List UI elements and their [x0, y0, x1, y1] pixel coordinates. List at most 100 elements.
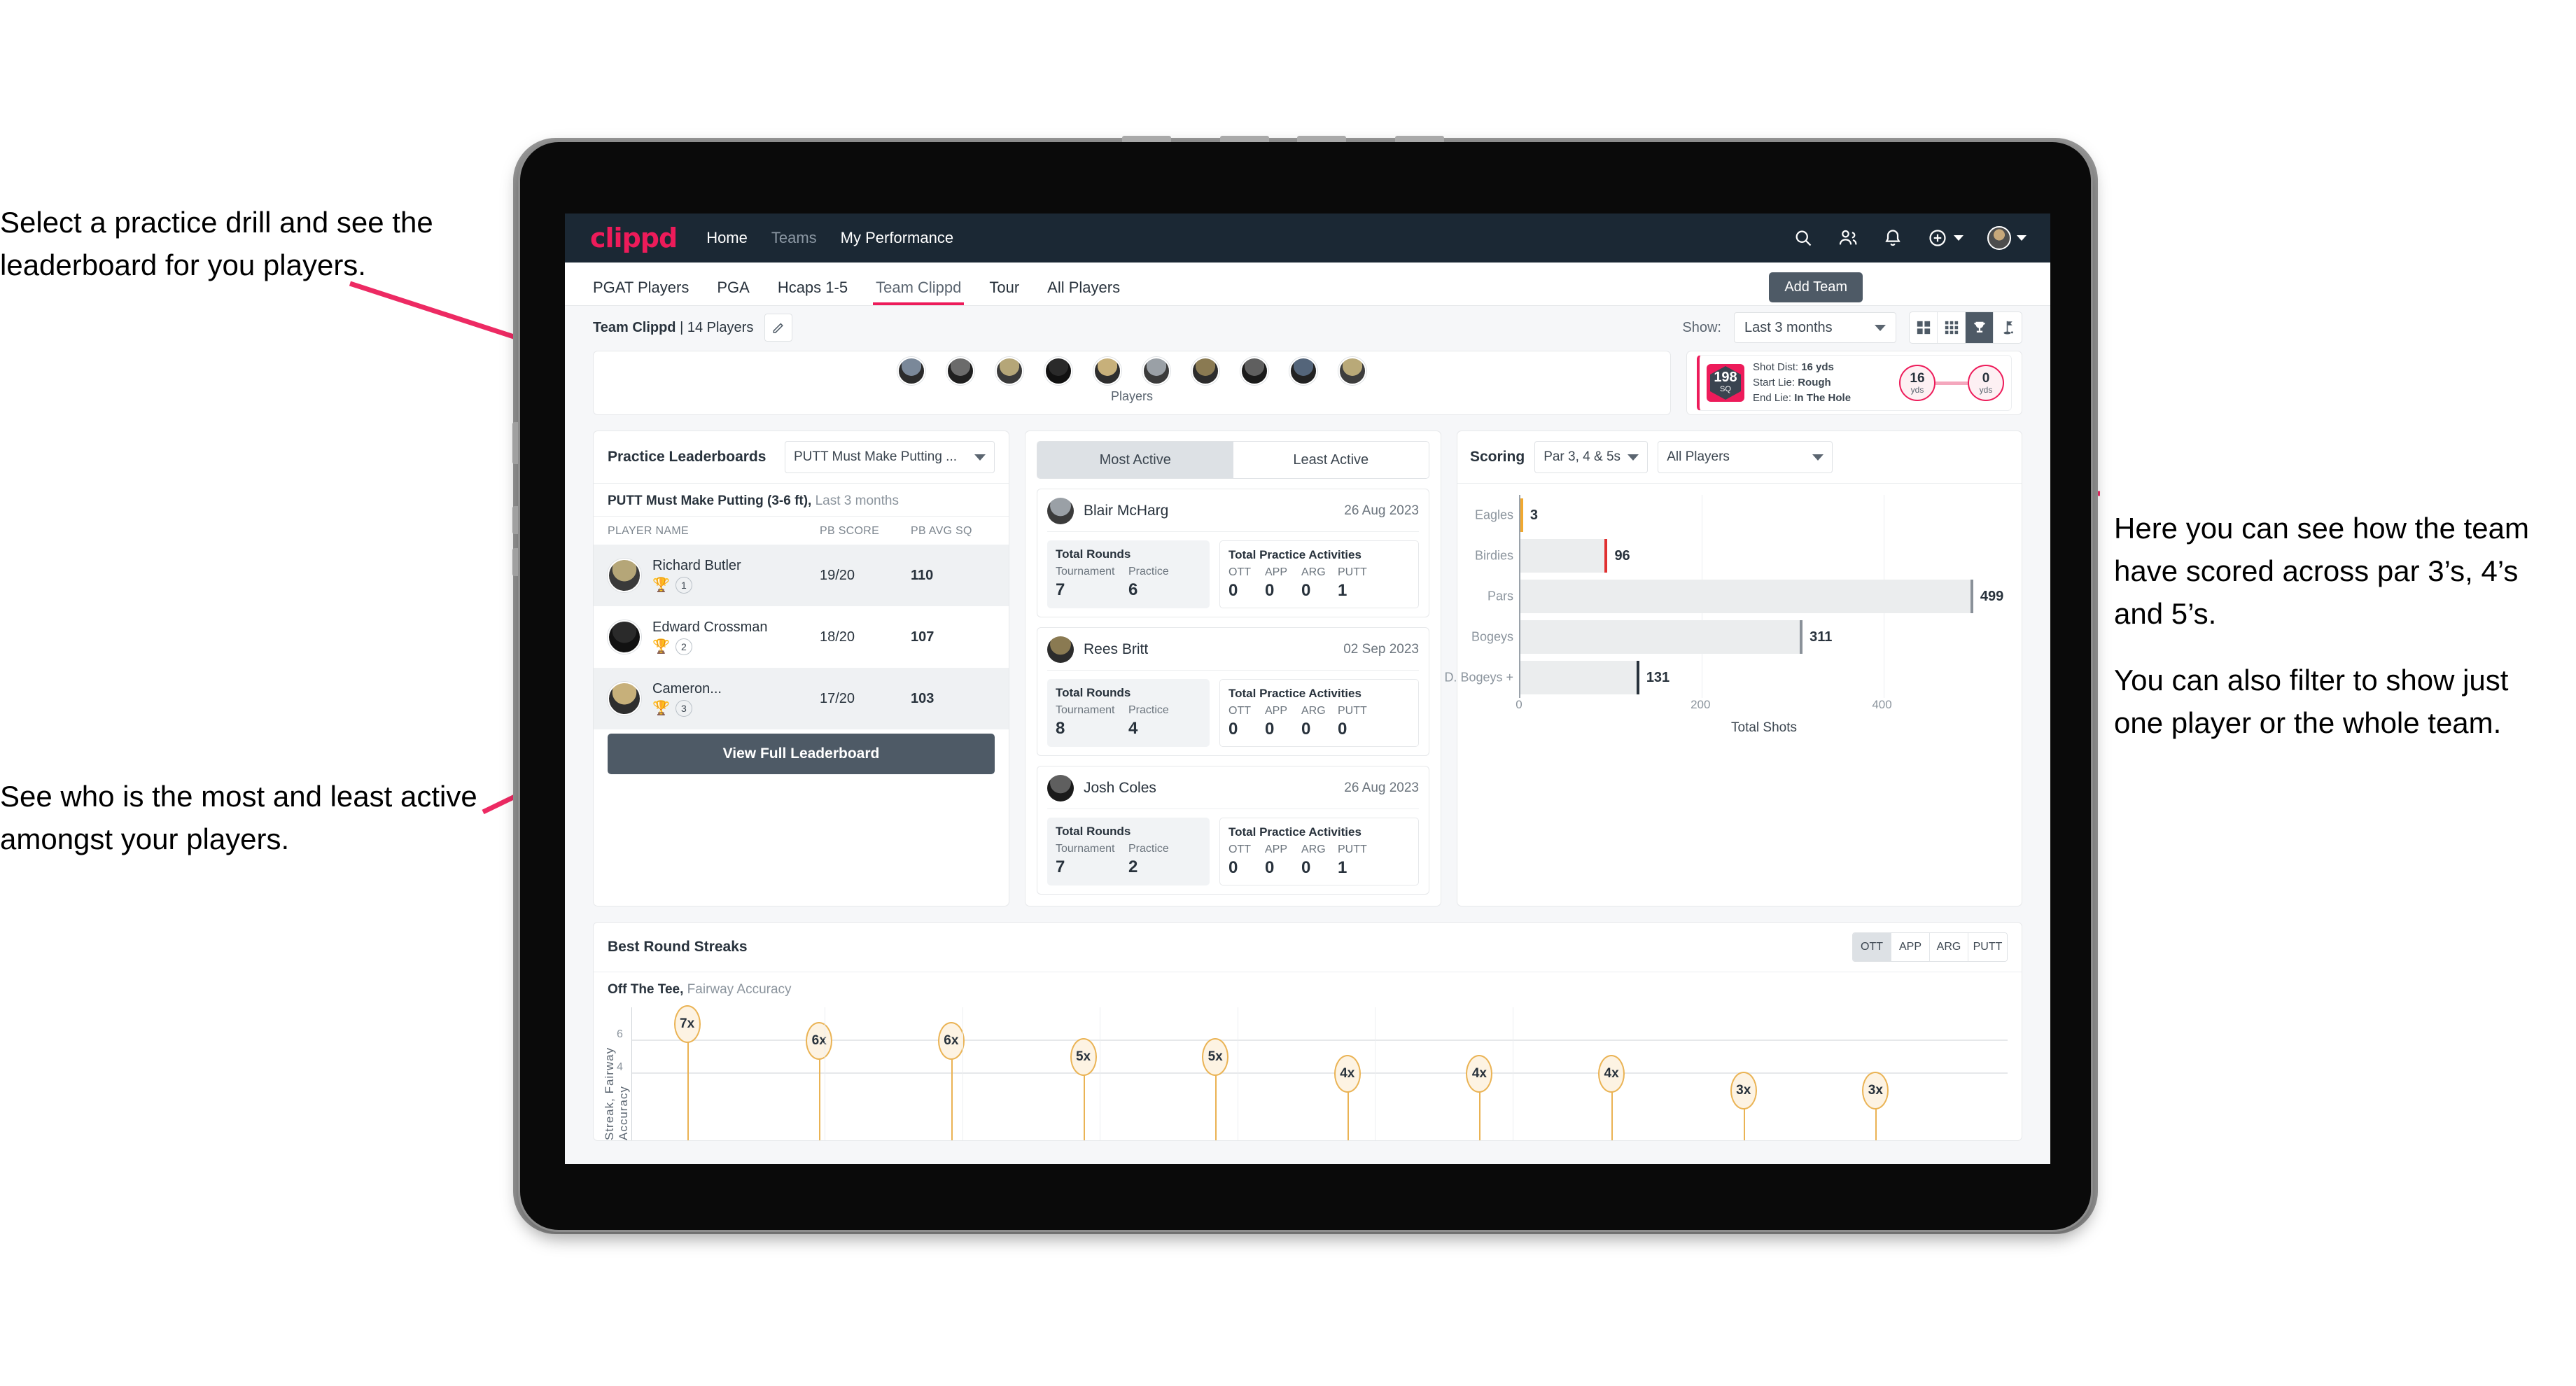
edit-team-button[interactable]	[764, 314, 793, 342]
nav-link-my-performance[interactable]: My Performance	[841, 229, 953, 247]
tab-tour[interactable]: Tour	[989, 279, 1019, 305]
chart-bar-value: 311	[1809, 629, 1833, 645]
grid-large-icon[interactable]	[1910, 312, 1938, 343]
add-menu[interactable]	[1927, 227, 1963, 248]
app-label: APP	[1265, 566, 1288, 578]
chart-bar	[1520, 539, 1608, 573]
leaderboard-row[interactable]: Cameron... 🏆 3 17/20 103	[594, 668, 1009, 729]
leaderboard-column-headers: PLAYER NAME PB SCORE PB AVG SQ	[594, 516, 1009, 545]
search-icon[interactable]	[1793, 227, 1814, 248]
drill-select[interactable]: PUTT Must Make Putting ...	[785, 441, 995, 473]
tab-most-active[interactable]: Most Active	[1037, 442, 1233, 478]
streaks-toggle-arg[interactable]: ARG	[1930, 933, 1968, 961]
streaks-bubble[interactable]: 6x	[806, 1021, 833, 1060]
players-label: Players	[1110, 389, 1154, 403]
player-avatar[interactable]	[608, 682, 641, 715]
bell-icon[interactable]	[1882, 227, 1903, 248]
total-rounds-box: Total Rounds Tournament 7 Practice 6	[1047, 540, 1210, 608]
streaks-bubble[interactable]: 3x	[1862, 1071, 1889, 1110]
player-avatar[interactable]	[608, 620, 641, 654]
annotation-practice-leaderboard: Select a practice drill and see the lead…	[0, 206, 433, 281]
player-avatar[interactable]	[1047, 498, 1074, 524]
streaks-toggle-putt[interactable]: PUTT	[1968, 933, 2007, 961]
activity-card-header: Blair McHarg 26 Aug 2023	[1047, 498, 1419, 531]
player-avatar[interactable]	[1240, 357, 1268, 385]
pencil-icon	[773, 323, 784, 333]
player-avatar[interactable]	[1047, 636, 1074, 663]
hexagon-icon: 198 SQ	[1710, 366, 1741, 400]
player-avatar[interactable]	[1191, 357, 1219, 385]
dashboard-content: Players 198 SQ Shot Dist: 16 yds Start L…	[565, 351, 2050, 1141]
activity-card-body: Total Rounds Tournament 7 Practice 6 Total Pr…	[1047, 531, 1419, 608]
chevron-down-icon	[1954, 235, 1963, 241]
pb-avg-sq: 103	[911, 690, 934, 706]
player-avatar[interactable]	[1047, 775, 1074, 802]
player-avatar[interactable]	[608, 559, 641, 592]
practice-activities-values: OTT 0 APP 0 ARG 0 PUTT 1	[1228, 566, 1410, 601]
player-avatar[interactable]	[946, 357, 974, 385]
streaks-bubble[interactable]: 6x	[937, 1021, 965, 1060]
player-avatar[interactable]	[1338, 357, 1366, 385]
streaks-toggle-app[interactable]: APP	[1891, 933, 1930, 961]
tab-hcaps-1-5[interactable]: Hcaps 1-5	[778, 279, 848, 305]
people-icon[interactable]	[1837, 227, 1858, 248]
player-avatar[interactable]	[1289, 357, 1317, 385]
streaks-bubble[interactable]: 5x	[1202, 1038, 1229, 1077]
chart-bar	[1520, 620, 1803, 654]
clippd-logo[interactable]: clippd	[590, 223, 678, 253]
leaderboard-row[interactable]: Richard Butler 🏆 1 19/20 110	[594, 545, 1009, 606]
avatar[interactable]	[1987, 226, 2011, 250]
streaks-toggle-ott[interactable]: OTT	[1853, 933, 1891, 961]
grid-small-icon[interactable]	[1938, 312, 1966, 343]
tab-all-players[interactable]: All Players	[1047, 279, 1120, 305]
activity-card[interactable]: Blair McHarg 26 Aug 2023 Total Rounds Tourn…	[1037, 489, 1429, 617]
player-avatar[interactable]	[1142, 357, 1170, 385]
chart-bar-row: Bogeys 311	[1471, 620, 1833, 654]
player-filter-select[interactable]: All Players	[1658, 441, 1833, 473]
ott-value: 0	[1228, 720, 1238, 738]
nav-link-home[interactable]: Home	[706, 229, 748, 247]
streaks-bubble[interactable]: 4x	[1598, 1055, 1625, 1093]
date-range-select[interactable]: Last 3 months	[1734, 312, 1896, 343]
shot-dist-line: Shot Dist: 16 yds	[1753, 361, 1834, 374]
leaderboard-row[interactable]: Edward Crossman 🏆 2 18/20 107	[594, 606, 1009, 668]
tab-least-active[interactable]: Least Active	[1233, 442, 1429, 478]
app-value: 0	[1265, 858, 1275, 877]
par-filter-select[interactable]: Par 3, 4 & 5s	[1534, 441, 1648, 473]
trophy-icon[interactable]	[1966, 312, 1994, 343]
activity-card[interactable]: Rees Britt 02 Sep 2023 Total Rounds Tournam…	[1037, 627, 1429, 756]
streaks-bubble[interactable]: 4x	[1466, 1055, 1493, 1093]
scoring-bar-chart: Eagles 3 Birdies 96 Pars 499 Bogeys 311 D. Bogey…	[1444, 483, 2022, 741]
plus-circle-icon[interactable]	[1927, 227, 1948, 248]
top-navigation-bar: clippd Home Teams My Performance	[565, 214, 2050, 262]
player-avatar[interactable]	[1044, 357, 1072, 385]
streaks-bubble[interactable]: 3x	[1730, 1071, 1757, 1110]
pb-score: 18/20	[820, 629, 855, 645]
flag-icon[interactable]	[1994, 312, 2022, 343]
player-avatar[interactable]	[1093, 357, 1121, 385]
activity-card[interactable]: Josh Coles 26 Aug 2023 Total Rounds Tournam…	[1037, 766, 1429, 895]
app-screen: clippd Home Teams My Performance PGAT Pl…	[565, 214, 2050, 1164]
annotation-scoring-line2: You can also filter to show just one pla…	[2114, 663, 2509, 739]
player-avatar[interactable]	[897, 357, 925, 385]
tablet-device-frame: clippd Home Teams My Performance PGAT Pl…	[512, 136, 2093, 1232]
add-team-button[interactable]: Add Team	[1769, 272, 1863, 302]
scoring-plot-area: Eagles 3 Birdies 96 Pars 499 Bogeys 311 D. Bogey…	[1444, 495, 2009, 698]
end-lie-line: End Lie: In The Hole	[1753, 391, 1851, 404]
streaks-bubble[interactable]: 5x	[1070, 1038, 1097, 1077]
leaderboard-title: Practice Leaderboards	[608, 449, 766, 465]
practice-leaderboards-panel: Practice Leaderboards PUTT Must Make Put…	[593, 430, 1009, 906]
user-menu[interactable]	[1987, 226, 2026, 250]
leaderboard-player: Cameron... 🏆 3	[652, 681, 820, 717]
tab-team-clippd[interactable]: Team Clippd	[873, 279, 965, 305]
streaks-bubble[interactable]: 4x	[1334, 1055, 1361, 1093]
streaks-gridline: 6	[617, 1028, 2008, 1041]
arg-value: 0	[1301, 720, 1311, 738]
player-avatar[interactable]	[995, 357, 1023, 385]
view-full-leaderboard-button[interactable]: View Full Leaderboard	[608, 734, 995, 774]
streaks-bubble[interactable]: 7x	[673, 1004, 701, 1043]
tab-pgat-players[interactable]: PGAT Players	[593, 279, 689, 305]
streaks-gridline: 4	[617, 1061, 2008, 1074]
nav-link-teams[interactable]: Teams	[771, 229, 817, 247]
tab-pga[interactable]: PGA	[717, 279, 749, 305]
